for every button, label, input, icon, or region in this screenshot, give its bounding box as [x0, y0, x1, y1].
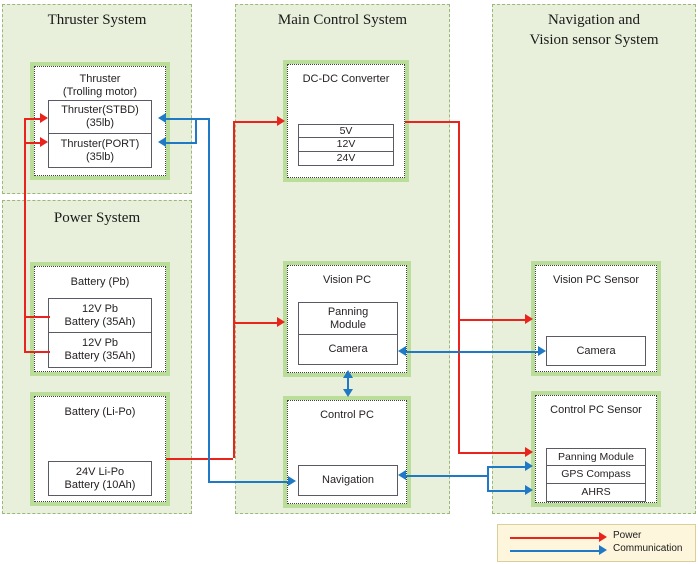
item-battery-lipo-line1: 24V Li-Po — [75, 465, 125, 478]
item-battery-pb-2-line2: Battery (35Ah) — [64, 350, 136, 362]
item-control-pc-sensor-ahrs-label: AHRS — [581, 486, 611, 499]
group-dcdc-converter-title: DC-DC Converter — [302, 73, 390, 85]
panel-thruster-system-title: Thruster System — [47, 12, 147, 28]
comm-branch-thruster-port — [195, 118, 197, 144]
power-trunk-center — [233, 121, 235, 458]
power-lipo-to-trunk — [166, 458, 233, 460]
item-dcdc-5v: 5V — [298, 124, 394, 138]
comm-arrow-gps-compass — [525, 461, 533, 471]
comm-trunk-to-thruster-stbd — [166, 118, 208, 120]
power-trunk-to-thruster-stbd — [24, 118, 40, 120]
comm-arrow-camera-right — [538, 346, 546, 356]
item-vision-pc-camera: Camera — [298, 335, 398, 365]
legend-comm-line — [510, 550, 599, 552]
comm-arrow-vision-pc-up — [343, 370, 353, 378]
power-dcdc-to-right-trunk — [405, 121, 460, 123]
comm-arrow-ahrs — [525, 485, 533, 495]
item-battery-lipo-line2: Battery (10Ah) — [64, 478, 136, 491]
comm-arrow-camera-left — [398, 346, 406, 356]
comm-trunk-thrusters — [208, 118, 210, 481]
power-pb2-to-trunk — [24, 351, 50, 353]
legend-power-line — [510, 537, 599, 539]
comm-arrow-thruster-stbd — [158, 113, 166, 123]
power-arrow-control-pc-sensor — [525, 447, 533, 457]
comm-trunk-to-navigation — [208, 481, 288, 483]
item-control-pc-sensor-panning-module-label: Panning Module — [558, 450, 634, 463]
item-control-pc-sensor-gps-compass: GPS Compass — [546, 466, 646, 484]
item-dcdc-24v: 24V — [298, 152, 394, 166]
group-battery-pb-title: Battery (Pb) — [70, 276, 130, 288]
power-arrow-vision-pc — [277, 317, 285, 327]
comm-sensor-bracket — [487, 466, 489, 490]
group-control-pc-sensor-title: Control PC Sensor — [550, 404, 642, 416]
power-trunk-to-thruster-port — [24, 142, 40, 144]
panel-main-control-system-title: Main Control System — [277, 12, 408, 28]
system-architecture-diagram: Thruster System Power System Main Contro… — [0, 0, 698, 564]
power-trunk-to-control-pc-sensor — [458, 452, 525, 454]
item-thruster-port-line2: (35lb) — [85, 150, 115, 163]
item-vision-pc-sensor-camera: Camera — [546, 336, 646, 366]
power-trunk-to-dcdc — [233, 121, 277, 123]
item-dcdc-5v-label: 5V — [339, 124, 353, 137]
comm-arrow-control-pc-down — [343, 389, 353, 397]
item-dcdc-24v-label: 24V — [336, 152, 356, 165]
power-trunk-to-vision-pc-sensor — [458, 319, 525, 321]
item-battery-lipo: 24V Li-Po Battery (10Ah) — [48, 461, 152, 496]
comm-arrow-thruster-port — [158, 137, 166, 147]
item-vision-pc-sensor-camera-label: Camera — [576, 344, 616, 357]
power-arrow-thruster-port — [40, 137, 48, 147]
comm-camera-link — [406, 351, 538, 353]
power-arrow-dcdc — [277, 116, 285, 126]
comm-bracket-to-gps-compass — [487, 466, 525, 468]
comm-arrow-navigation-left — [288, 476, 296, 486]
panel-power-system-title: Power System — [53, 210, 141, 226]
power-pb1-to-trunk — [24, 316, 50, 318]
group-vision-pc-sensor-title: Vision PC Sensor — [552, 274, 639, 286]
legend-comm-arrow — [599, 545, 607, 555]
item-battery-pb-1-line2: Battery (35Ah) — [64, 315, 136, 328]
item-vision-pc-camera-label: Camera — [328, 343, 368, 356]
item-thruster-stbd-line1: Thruster(STBD) — [61, 104, 139, 117]
group-vision-pc-title: Vision PC — [322, 274, 372, 286]
item-battery-pb-2-line1: 12V Pb — [81, 337, 119, 350]
item-control-pc-navigation-label: Navigation — [322, 474, 374, 487]
power-arrow-thruster-stbd — [40, 113, 48, 123]
item-vision-pc-panning-module: Panning Module — [298, 302, 398, 335]
group-control-pc-title: Control PC — [320, 409, 374, 421]
item-battery-pb-1-line1: 12V Pb — [81, 302, 119, 315]
power-arrow-vision-pc-sensor — [525, 314, 533, 324]
legend-comm-label: Communication — [613, 543, 683, 554]
item-vision-pc-panning-module-line2: Module — [329, 318, 367, 331]
legend-power-arrow — [599, 532, 607, 542]
legend: Power Communication — [497, 524, 696, 562]
comm-arrow-navigation-right — [398, 470, 406, 480]
legend-power-label: Power — [613, 530, 642, 541]
item-control-pc-sensor-gps-compass-label: GPS Compass — [561, 468, 631, 481]
item-dcdc-12v-label: 12V — [336, 138, 356, 151]
comm-bracket-to-ahrs — [487, 490, 525, 492]
item-vision-pc-panning-module-line1: Panning — [327, 305, 369, 318]
comm-navigation-to-sensor-bracket — [406, 475, 487, 477]
item-thruster-port: Thruster(PORT) (35lb) — [48, 134, 152, 168]
item-battery-pb-1: 12V Pb Battery (35Ah) — [48, 298, 152, 333]
group-battery-lipo-title: Battery (Li-Po) — [64, 406, 136, 418]
item-thruster-stbd: Thruster(STBD) (35lb) — [48, 100, 152, 134]
group-thruster-title-line2: (Trolling motor) — [62, 86, 138, 98]
power-trunk-right — [458, 121, 460, 452]
group-thruster-title-line1: Thruster — [79, 73, 121, 85]
item-control-pc-sensor-panning-module: Panning Module — [546, 448, 646, 466]
item-thruster-port-line1: Thruster(PORT) — [60, 137, 140, 150]
panel-navigation-vision-sensor-system-title: Navigation and Vision sensor System — [529, 12, 659, 48]
comm-branch-to-thruster-port — [166, 142, 197, 144]
item-dcdc-12v: 12V — [298, 138, 394, 152]
item-control-pc-sensor-ahrs: AHRS — [546, 484, 646, 502]
power-trunk-to-vision-pc — [233, 322, 277, 324]
item-battery-pb-2: 12V Pb Battery (35Ah) — [48, 333, 152, 368]
item-thruster-stbd-line2: (35lb) — [85, 117, 115, 129]
item-control-pc-navigation: Navigation — [298, 465, 398, 496]
